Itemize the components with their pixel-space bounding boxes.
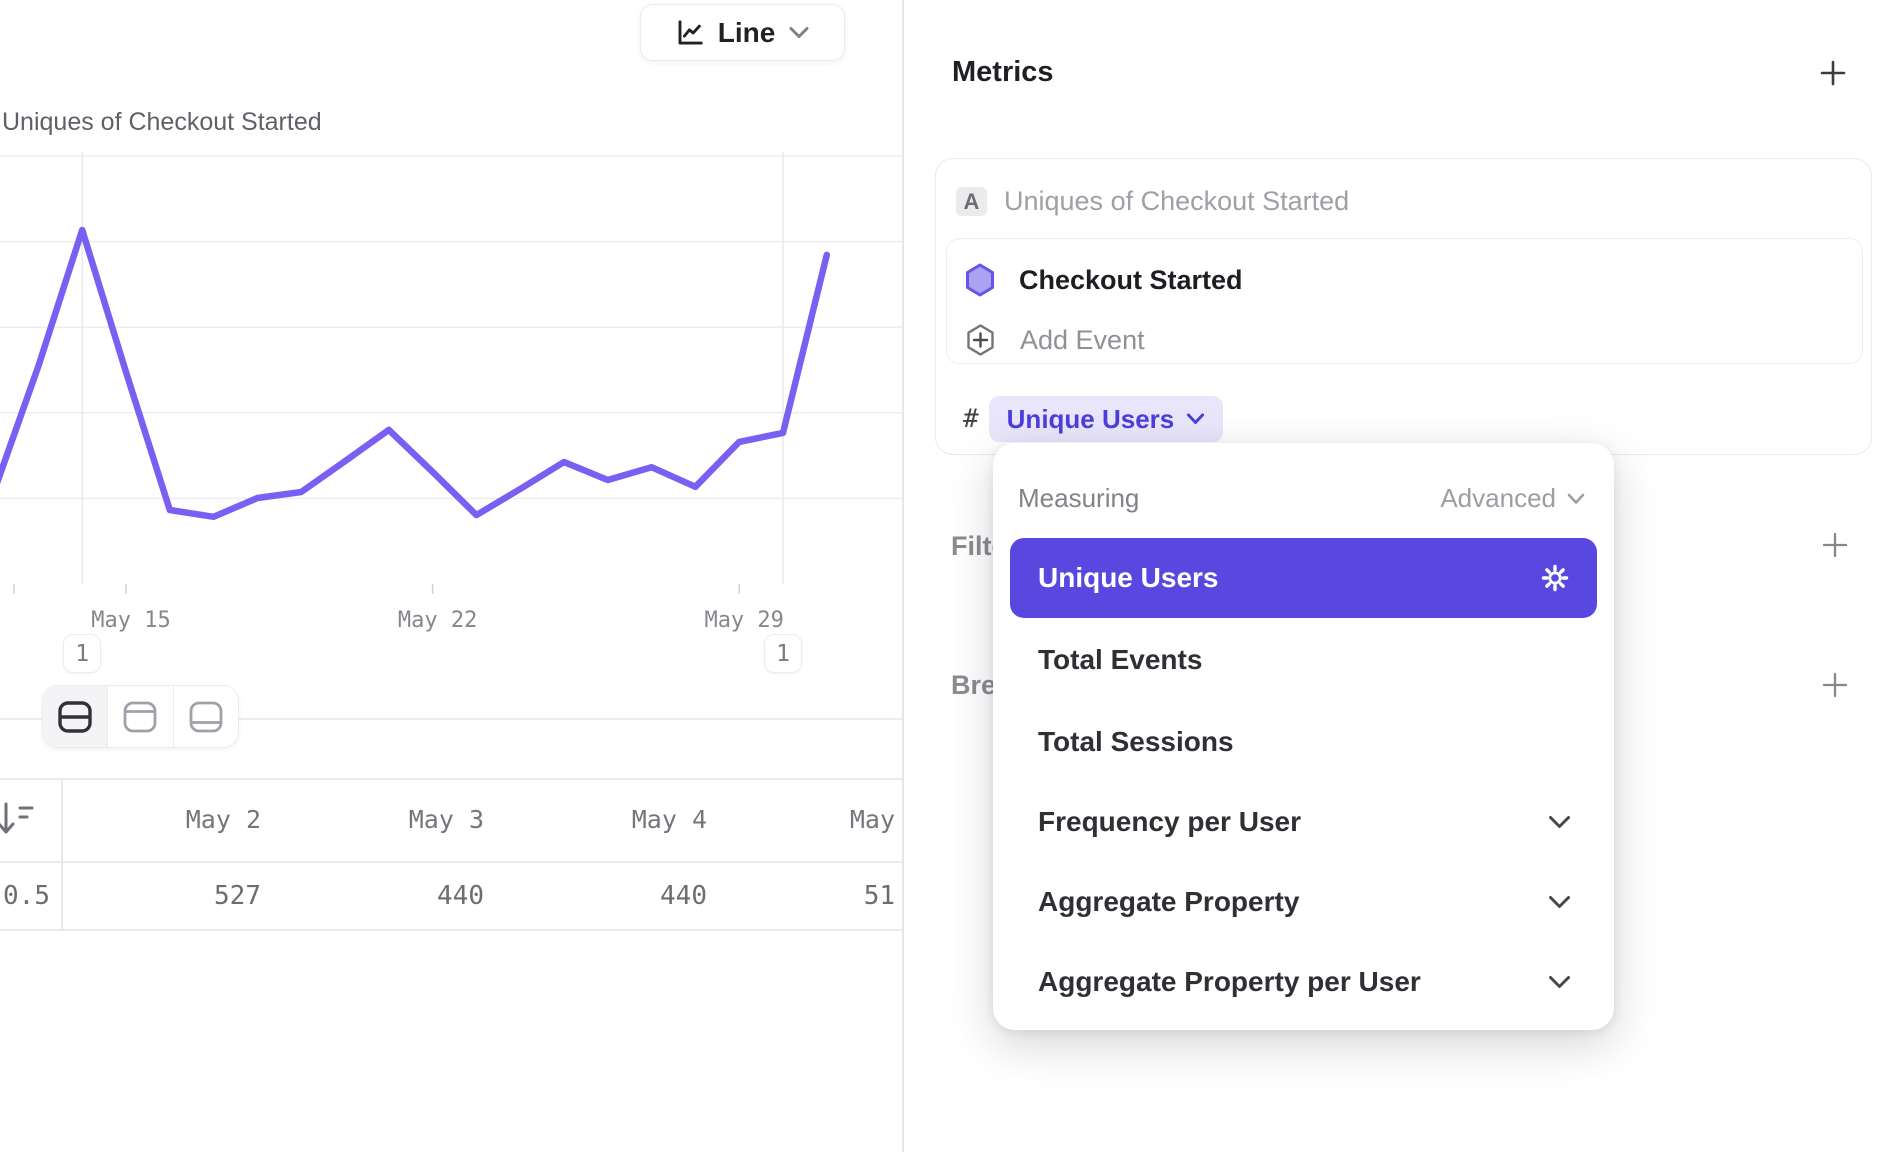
table-cell: 527 xyxy=(61,862,284,929)
chart-type-label: Line xyxy=(718,17,776,49)
measuring-option-label: Aggregate Property xyxy=(1038,886,1299,918)
plus-icon xyxy=(1818,58,1848,88)
gear-icon[interactable] xyxy=(1538,561,1572,595)
count-prefix: # xyxy=(963,404,979,434)
view-toggle-table-only[interactable] xyxy=(174,686,238,747)
chevron-down-icon xyxy=(1547,975,1572,990)
measuring-option-label: Aggregate Property per User xyxy=(1038,966,1421,998)
hexagon-icon xyxy=(965,263,995,297)
plus-icon xyxy=(1820,530,1850,560)
table-header-cell[interactable]: May 4 xyxy=(507,778,730,861)
plus-icon xyxy=(1820,670,1850,700)
event-card: Checkout Started Add Event xyxy=(946,238,1863,364)
table-view-icon xyxy=(187,699,225,735)
measuring-popover: Measuring Advanced Unique Users Total Eve… xyxy=(993,443,1614,1030)
measuring-option-total-sessions[interactable]: Total Sessions xyxy=(1010,702,1597,782)
measuring-option-aggregate-property-per-user[interactable]: Aggregate Property per User xyxy=(1010,942,1597,1022)
event-name: Checkout Started xyxy=(1019,265,1243,296)
annotation-badge[interactable]: 1 xyxy=(63,634,101,673)
measuring-option-aggregate-property[interactable]: Aggregate Property xyxy=(1010,862,1597,942)
chevron-down-icon xyxy=(1547,815,1572,830)
advanced-mode-toggle[interactable]: Advanced xyxy=(1440,483,1586,514)
x-axis-label: May 22 xyxy=(398,608,477,633)
line-chart-icon xyxy=(675,18,705,48)
measuring-label: Measuring xyxy=(1018,483,1139,514)
measurement-dropdown-button[interactable]: Unique Users xyxy=(989,396,1224,442)
chevron-down-icon xyxy=(1547,895,1572,910)
chart-type-button[interactable]: Line xyxy=(640,4,845,61)
chevron-down-icon xyxy=(1566,493,1586,505)
sort-button[interactable] xyxy=(0,778,52,861)
add-filter-button[interactable] xyxy=(1818,528,1852,562)
table-header-cell[interactable]: May 2 xyxy=(61,778,284,861)
view-toggle-group xyxy=(42,685,239,748)
table-cell: 440 xyxy=(507,862,730,929)
table-header-cell[interactable]: May xyxy=(730,778,902,861)
chart-view-icon xyxy=(121,699,159,735)
event-row[interactable]: Checkout Started xyxy=(965,253,1243,307)
table-header-cell[interactable]: May 3 xyxy=(284,778,507,861)
insights-report-screen: Line Uniques of Checkout Started May 15 M… xyxy=(0,0,1898,1152)
metrics-section-title: Metrics xyxy=(952,56,1054,89)
sort-descending-icon xyxy=(0,800,38,840)
measuring-option-frequency-per-user[interactable]: Frequency per User xyxy=(1010,782,1597,862)
metric-name: Uniques of Checkout Started xyxy=(1004,186,1349,217)
table-cell: 51 xyxy=(730,862,902,929)
view-toggle-split-view[interactable] xyxy=(43,686,108,747)
add-event-label: Add Event xyxy=(1020,325,1145,356)
x-axis-label: May 15 xyxy=(91,608,170,633)
hexagon-plus-icon xyxy=(965,323,996,357)
add-breakdown-button[interactable] xyxy=(1818,668,1852,702)
x-axis-label: May 29 xyxy=(704,608,783,633)
add-event-button[interactable]: Add Event xyxy=(965,313,1145,367)
split-view-icon xyxy=(56,699,94,735)
series-line[interactable] xyxy=(0,230,827,517)
chart-panel: Line Uniques of Checkout Started May 15 M… xyxy=(0,0,902,1152)
measuring-option-label: Total Sessions xyxy=(1038,726,1234,758)
measuring-option-label: Frequency per User xyxy=(1038,806,1301,838)
chart-title: Uniques of Checkout Started xyxy=(2,108,322,137)
chevron-down-icon xyxy=(1186,413,1205,425)
view-toggle-chart-only[interactable] xyxy=(108,686,173,747)
add-metric-button[interactable] xyxy=(1816,56,1850,90)
measuring-option-label: Unique Users xyxy=(1038,562,1219,594)
row-header-value: 0.5 xyxy=(0,862,50,929)
advanced-label: Advanced xyxy=(1440,483,1556,514)
measuring-option-label: Total Events xyxy=(1038,644,1202,676)
metric-header[interactable]: A Uniques of Checkout Started xyxy=(956,186,1349,217)
metric-letter-badge: A xyxy=(956,187,987,216)
measuring-option-total-events[interactable]: Total Events xyxy=(1010,620,1597,700)
panel-divider[interactable] xyxy=(902,0,904,1152)
measurement-label: Unique Users xyxy=(1007,404,1175,435)
table-row-border xyxy=(0,929,902,931)
measuring-option-unique-users[interactable]: Unique Users xyxy=(1010,538,1597,618)
annotation-badge[interactable]: 1 xyxy=(764,634,802,673)
line-chart-plot[interactable] xyxy=(0,150,902,620)
chevron-down-icon xyxy=(788,26,810,39)
table-cell: 440 xyxy=(284,862,507,929)
